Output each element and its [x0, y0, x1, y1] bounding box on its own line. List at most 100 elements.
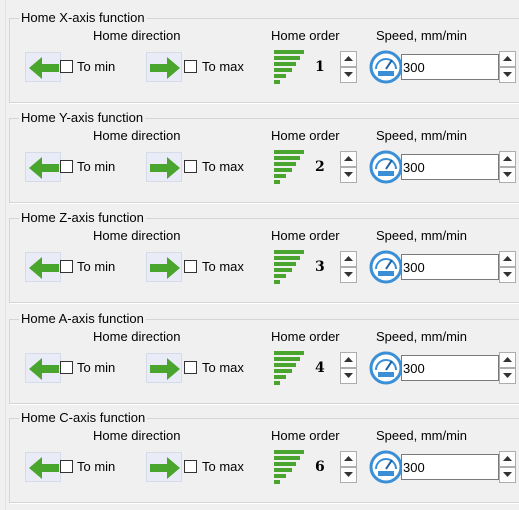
speed-input[interactable] — [401, 355, 499, 381]
home-order-header: Home order — [271, 228, 340, 243]
home-y-axis-group: Home Y-axis function Home direction Home… — [9, 110, 519, 204]
group-title: Home X-axis function — [19, 10, 147, 26]
home-c-axis-group: Home C-axis function Home direction Home… — [9, 410, 519, 504]
group-title: Home C-axis function — [19, 410, 148, 426]
to-max-checkbox[interactable] — [184, 160, 197, 173]
speed-input[interactable] — [401, 454, 499, 480]
home-order-header: Home order — [271, 428, 340, 443]
spin-down-button[interactable] — [499, 467, 516, 483]
speed-spinner[interactable] — [499, 451, 516, 483]
speed-header: Speed, mm/min — [376, 228, 468, 243]
speed-input[interactable] — [401, 254, 499, 280]
to-max-label: To max — [202, 259, 244, 274]
to-max-label: To max — [202, 459, 244, 474]
spin-up-button[interactable] — [340, 451, 357, 467]
spin-down-button[interactable] — [340, 467, 357, 483]
chevron-up-icon — [503, 456, 512, 461]
to-min-checkbox[interactable] — [60, 460, 73, 473]
chevron-up-icon — [503, 357, 512, 362]
spin-up-button[interactable] — [340, 51, 357, 67]
stacked-bars-icon — [274, 450, 304, 484]
speed-input[interactable] — [401, 154, 499, 180]
group-title: Home Z-axis function — [19, 210, 146, 226]
speed-input[interactable] — [401, 54, 499, 80]
chevron-down-icon — [344, 272, 353, 277]
arrow-right-icon — [146, 52, 182, 82]
chevron-down-icon — [503, 72, 512, 77]
stacked-bars-icon — [274, 50, 304, 84]
speed-spinner[interactable] — [499, 251, 516, 283]
home-z-axis-group: Home Z-axis function Home direction Home… — [9, 210, 519, 304]
home-order-spinner[interactable] — [340, 352, 357, 384]
chevron-up-icon — [344, 56, 353, 61]
window-left-edge — [0, 0, 6, 510]
spin-down-button[interactable] — [340, 267, 357, 283]
to-min-checkbox[interactable] — [60, 60, 73, 73]
speed-spinner[interactable] — [499, 151, 516, 183]
speed-header: Speed, mm/min — [376, 329, 468, 344]
stacked-bars-icon — [274, 250, 304, 284]
chevron-up-icon — [503, 156, 512, 161]
home-a-axis-group: Home A-axis function Home direction Home… — [9, 311, 519, 405]
home-order-value: 1 — [315, 59, 325, 75]
spin-down-button[interactable] — [499, 67, 516, 83]
spin-up-button[interactable] — [499, 352, 516, 368]
group-title: Home A-axis function — [19, 311, 146, 327]
chevron-up-icon — [344, 456, 353, 461]
home-order-spinner[interactable] — [340, 151, 357, 183]
spin-up-button[interactable] — [499, 451, 516, 467]
to-max-checkbox[interactable] — [184, 460, 197, 473]
to-max-label: To max — [202, 159, 244, 174]
home-order-header: Home order — [271, 28, 340, 43]
to-max-label: To max — [202, 59, 244, 74]
chevron-down-icon — [503, 472, 512, 477]
spin-up-button[interactable] — [340, 151, 357, 167]
speed-header: Speed, mm/min — [376, 428, 468, 443]
speed-spinner[interactable] — [499, 51, 516, 83]
chevron-up-icon — [344, 256, 353, 261]
home-x-axis-group: Home X-axis function Home direction Home… — [9, 10, 519, 104]
spin-down-button[interactable] — [340, 167, 357, 183]
to-max-checkbox[interactable] — [184, 260, 197, 273]
to-max-checkbox[interactable] — [184, 60, 197, 73]
home-order-value: 3 — [315, 259, 325, 275]
spin-down-button[interactable] — [340, 368, 357, 384]
group-title: Home Y-axis function — [19, 110, 146, 126]
spin-up-button[interactable] — [340, 251, 357, 267]
spin-up-button[interactable] — [499, 151, 516, 167]
to-max-label: To max — [202, 360, 244, 375]
to-min-label: To min — [77, 459, 116, 474]
arrow-right-icon — [146, 353, 182, 383]
speed-header: Speed, mm/min — [376, 28, 468, 43]
to-max-checkbox[interactable] — [184, 361, 197, 374]
gauge-icon — [369, 351, 403, 385]
home-direction-header: Home direction — [93, 228, 181, 243]
to-min-checkbox[interactable] — [60, 260, 73, 273]
gauge-icon — [369, 250, 403, 284]
stacked-bars-icon — [274, 150, 304, 184]
spin-down-button[interactable] — [340, 67, 357, 83]
home-direction-header: Home direction — [93, 329, 181, 344]
home-order-spinner[interactable] — [340, 451, 357, 483]
speed-header: Speed, mm/min — [376, 128, 468, 143]
chevron-down-icon — [344, 72, 353, 77]
chevron-down-icon — [503, 373, 512, 378]
gauge-icon — [369, 50, 403, 84]
spin-down-button[interactable] — [499, 368, 516, 384]
arrow-right-icon — [146, 452, 182, 482]
spin-down-button[interactable] — [499, 167, 516, 183]
home-order-spinner[interactable] — [340, 251, 357, 283]
home-order-value: 2 — [315, 159, 325, 175]
arrow-right-icon — [146, 152, 182, 182]
spin-down-button[interactable] — [499, 267, 516, 283]
spin-up-button[interactable] — [499, 251, 516, 267]
speed-spinner[interactable] — [499, 352, 516, 384]
home-order-spinner[interactable] — [340, 51, 357, 83]
to-min-checkbox[interactable] — [60, 160, 73, 173]
spin-up-button[interactable] — [499, 51, 516, 67]
home-order-value: 6 — [315, 459, 325, 475]
chevron-down-icon — [344, 172, 353, 177]
to-min-checkbox[interactable] — [60, 361, 73, 374]
spin-up-button[interactable] — [340, 352, 357, 368]
home-order-header: Home order — [271, 329, 340, 344]
